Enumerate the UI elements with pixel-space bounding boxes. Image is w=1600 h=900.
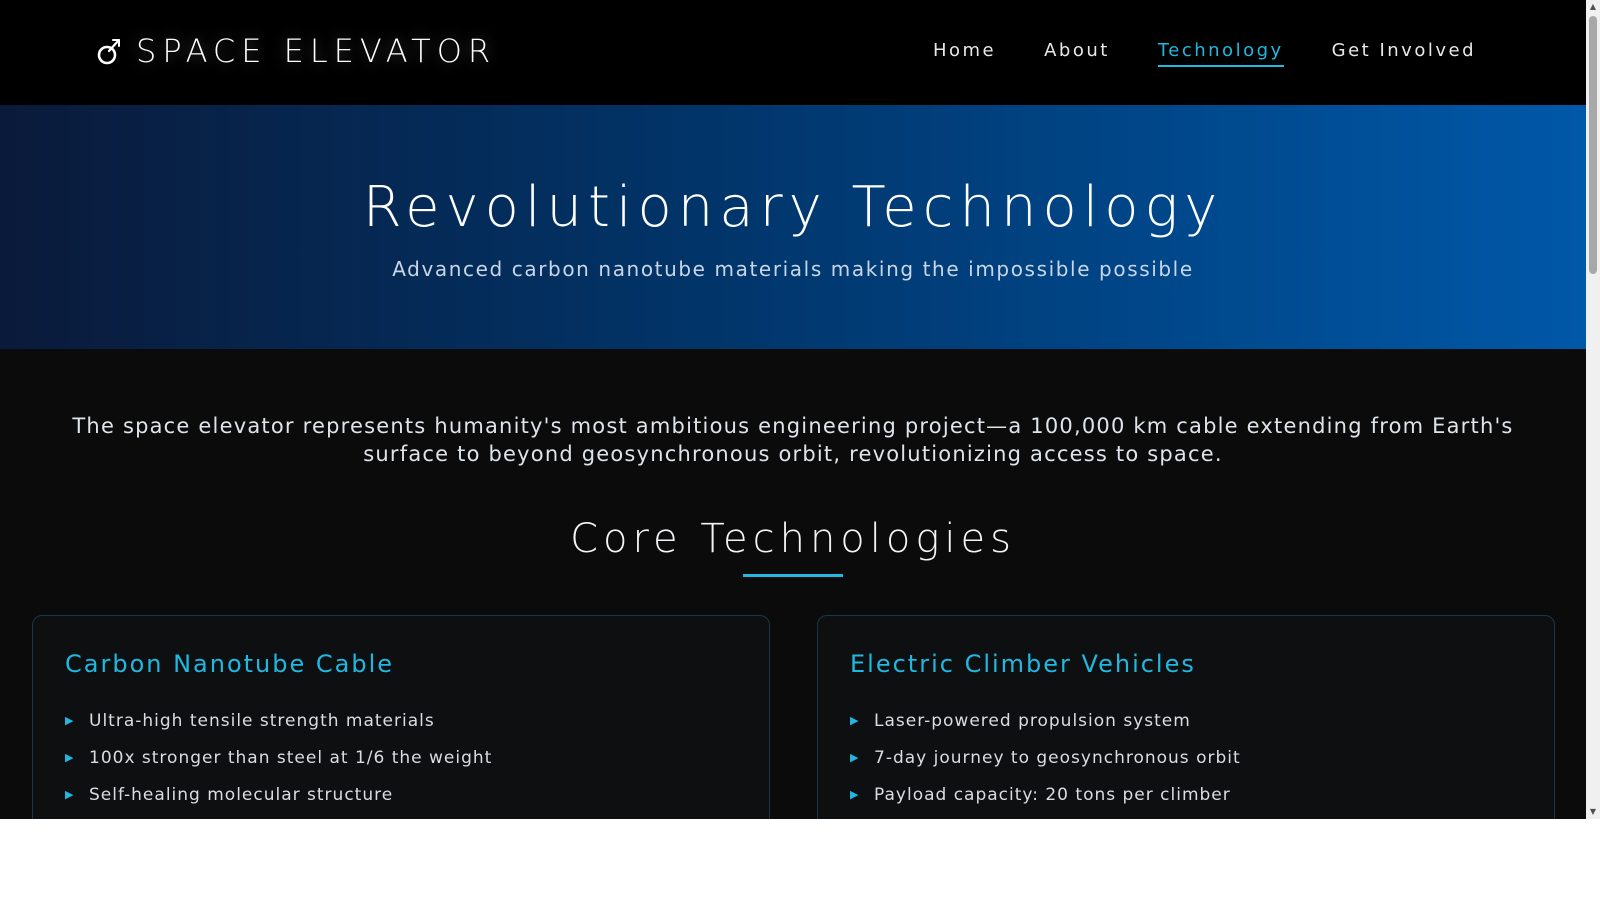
intro-paragraph: The space elevator represents humanity's… — [72, 414, 1514, 466]
nav-technology[interactable]: Technology — [1157, 40, 1284, 67]
rocket-orbit-icon — [96, 36, 122, 66]
list-item-text: Self-healing molecular structure — [89, 784, 394, 805]
section-title-core-technologies: Core Technologies — [570, 516, 1016, 562]
list-item-text: Payload capacity: 20 tons per climber — [874, 784, 1231, 805]
hero-banner: Revolutionary Technology Advanced carbon… — [0, 105, 1586, 349]
list-item-text: Laser-powered propulsion system — [874, 710, 1191, 731]
scroll-up-arrow-icon[interactable]: ▲ — [1586, 0, 1600, 14]
nav-about[interactable]: About — [1044, 40, 1110, 67]
list-item: ▶ Ultra-high tensile strength materials — [65, 702, 492, 739]
triangle-bullet-icon: ▶ — [65, 788, 75, 801]
site-logo[interactable]: SPACE ELEVATOR — [96, 32, 496, 70]
card-title: Electric Climber Vehicles — [850, 650, 1196, 678]
tech-card-electric-climber: Electric Climber Vehicles ▶ Laser-powere… — [817, 615, 1555, 819]
card-feature-list: ▶ Laser-powered propulsion system ▶ 7-da… — [850, 702, 1241, 813]
title-underline — [743, 574, 843, 577]
page-viewport: SPACE ELEVATOR Home About Technology Get… — [0, 0, 1586, 819]
list-item: ▶ 100x stronger than steel at 1/6 the we… — [65, 739, 492, 776]
hero-title: Revolutionary Technology — [362, 175, 1224, 240]
list-item-text: 7-day journey to geosynchronous orbit — [874, 747, 1241, 768]
tech-card-carbon-nanotube: Carbon Nanotube Cable ▶ Ultra-high tensi… — [32, 615, 770, 819]
card-feature-list: ▶ Ultra-high tensile strength materials … — [65, 702, 492, 813]
triangle-bullet-icon: ▶ — [850, 714, 860, 727]
list-item-text: 100x stronger than steel at 1/6 the weig… — [89, 747, 493, 768]
triangle-bullet-icon: ▶ — [65, 751, 75, 764]
list-item: ▶ Payload capacity: 20 tons per climber — [850, 776, 1241, 813]
nav-get-involved[interactable]: Get Involved — [1332, 40, 1476, 67]
triangle-bullet-icon: ▶ — [65, 714, 75, 727]
triangle-bullet-icon: ▶ — [850, 788, 860, 801]
site-header: SPACE ELEVATOR Home About Technology Get… — [0, 0, 1586, 105]
triangle-bullet-icon: ▶ — [850, 751, 860, 764]
list-item: ▶ 7-day journey to geosynchronous orbit — [850, 739, 1241, 776]
list-item: ▶ Laser-powered propulsion system — [850, 702, 1241, 739]
hero-subtitle: Advanced carbon nanotube materials makin… — [392, 257, 1194, 281]
list-item: ▶ Self-healing molecular structure — [65, 776, 492, 813]
main-nav: Home About Technology Get Involved — [933, 40, 1476, 67]
logo-text: SPACE ELEVATOR — [136, 32, 497, 70]
scrollbar-thumb[interactable] — [1589, 16, 1597, 274]
vertical-scrollbar[interactable]: ▲ ▼ — [1586, 0, 1600, 819]
card-title: Carbon Nanotube Cable — [65, 650, 395, 678]
list-item-text: Ultra-high tensile strength materials — [89, 710, 435, 731]
scroll-down-arrow-icon[interactable]: ▼ — [1586, 805, 1600, 819]
nav-home[interactable]: Home — [933, 40, 996, 67]
